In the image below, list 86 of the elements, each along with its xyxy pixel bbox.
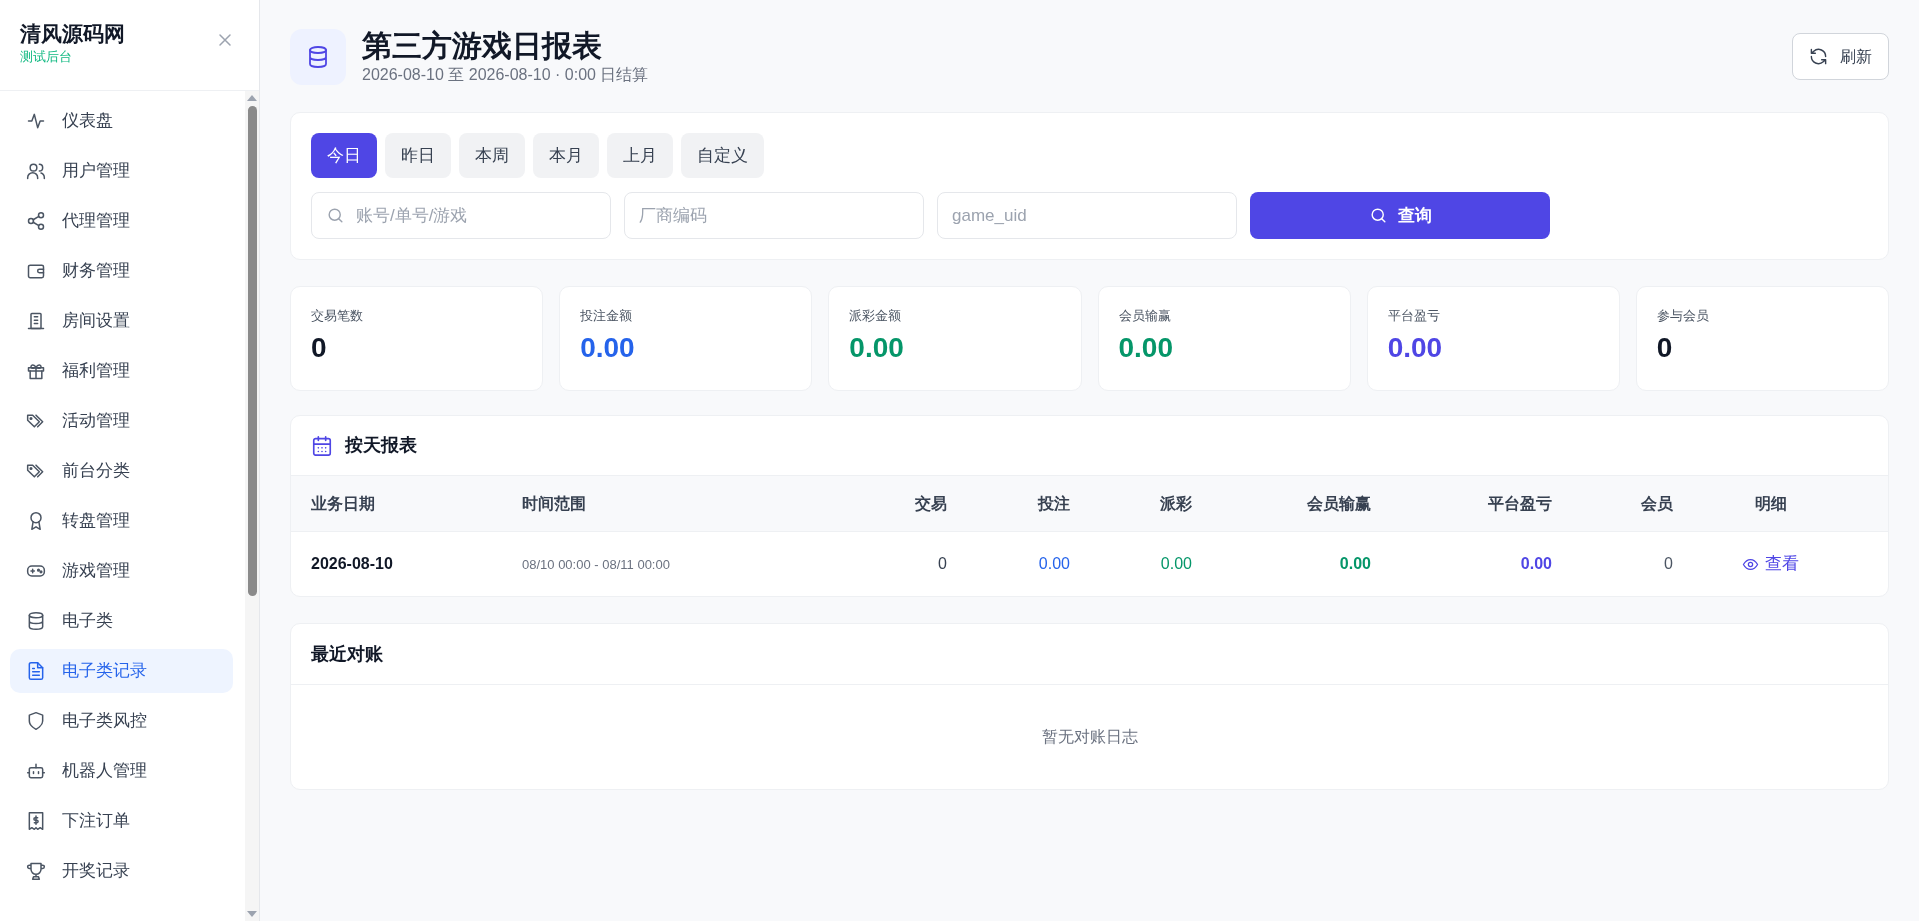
stat-label: 派彩金额 <box>849 307 903 325</box>
scroll-down-arrow-icon[interactable] <box>247 911 257 917</box>
stat-label: 平台盈亏 <box>1387 307 1441 325</box>
building-icon <box>26 311 46 331</box>
table-cell: 2026-08-10 <box>311 555 393 572</box>
receipt-icon <box>26 811 46 831</box>
stat-value: 0.00 <box>1387 331 1444 365</box>
wallet-icon <box>26 261 46 281</box>
tag-icon <box>26 411 46 431</box>
game-uid-field[interactable]: game_uid <box>937 192 1237 239</box>
vendor-field[interactable]: 厂商编码 <box>624 192 924 239</box>
table-cell: 0 <box>1664 555 1673 572</box>
column-header: 会员 <box>1641 494 1673 512</box>
tag-icon <box>26 461 46 481</box>
sidebar-item[interactable]: 用户管理 <box>10 149 233 193</box>
table-cell: 0.00 <box>1160 555 1192 572</box>
section-title: 最近对账 <box>311 642 383 666</box>
brand-subtitle: 测试后台 <box>20 48 73 66</box>
period-tab[interactable]: 昨日 <box>385 133 451 178</box>
section-title: 按天报表 <box>345 434 417 457</box>
stat-label: 交易笔数 <box>311 307 364 325</box>
column-header: 派彩 <box>1160 494 1192 512</box>
sidebar-item[interactable]: 电子类记录 <box>10 649 233 693</box>
trophy-icon <box>26 861 46 881</box>
period-tab[interactable]: 今日 <box>311 133 377 178</box>
sidebar-item[interactable]: 机器人管理 <box>10 749 233 793</box>
sidebar-item[interactable]: 财务管理 <box>10 249 233 293</box>
shield-icon <box>26 711 46 731</box>
refresh-button[interactable]: 刷新 <box>1792 33 1889 80</box>
sidebar-item[interactable]: 电子类风控 <box>10 699 233 743</box>
users-icon <box>26 161 46 181</box>
sidebar-item[interactable]: 仪表盘 <box>10 99 233 143</box>
pulse-icon <box>26 111 46 131</box>
gift-icon <box>26 361 46 381</box>
page-subtitle: 2026-08-10 至 2026-08-10 · 0:00 日结算 <box>362 65 649 85</box>
sidebar-item[interactable]: 活动管理 <box>10 399 233 443</box>
sidebar-item[interactable]: 开奖记录 <box>10 849 233 893</box>
stat-value: 0 <box>1656 331 1674 365</box>
column-header: 平台盈亏 <box>1488 494 1552 512</box>
table-cell: 0.00 <box>1339 555 1371 572</box>
sidebar-item[interactable]: 福利管理 <box>10 349 233 393</box>
table-cell: 0 <box>938 555 947 572</box>
column-header: 投注 <box>1038 494 1070 512</box>
search-icon <box>326 206 345 225</box>
period-tab[interactable]: 自定义 <box>681 133 764 178</box>
stat-label: 投注金额 <box>580 307 634 325</box>
period-tab[interactable]: 上月 <box>607 133 673 178</box>
scroll-up-arrow-icon[interactable] <box>247 95 257 101</box>
sidebar-item[interactable]: 代理管理 <box>10 199 233 243</box>
table-cell: 08/10 00:00 - 08/11 00:00 <box>522 557 670 572</box>
period-tab[interactable]: 本周 <box>459 133 525 178</box>
sidebar-item[interactable]: 前台分类 <box>10 449 233 493</box>
sidebar-item[interactable]: 电子类 <box>10 599 233 643</box>
sidebar-item[interactable]: 转盘管理 <box>10 499 233 543</box>
brand-name: 清风源码网 <box>20 21 125 47</box>
sidebar-item[interactable]: 房间设置 <box>10 299 233 343</box>
period-tab[interactable]: 本月 <box>533 133 599 178</box>
stat-value: 0.00 <box>1118 331 1174 365</box>
table-cell: 0.00 <box>1520 555 1552 572</box>
calendar-icon <box>311 434 333 457</box>
document-icon <box>26 661 46 681</box>
column-header: 交易 <box>915 494 947 512</box>
database-icon <box>26 611 46 631</box>
view-link[interactable]: 查看 <box>1742 551 1799 577</box>
column-header: 明细 <box>1754 494 1787 512</box>
column-header: 业务日期 <box>311 494 375 512</box>
stat-label: 参与会员 <box>1656 307 1710 325</box>
sidebar-item[interactable]: 游戏管理 <box>10 549 233 593</box>
stat-label: 会员输赢 <box>1118 307 1172 325</box>
search-icon <box>1368 206 1388 225</box>
refresh-icon <box>1809 47 1828 66</box>
column-header: 会员输赢 <box>1307 494 1371 512</box>
stat-value: 0.00 <box>849 331 905 365</box>
column-header: 时间范围 <box>522 494 586 512</box>
scrollbar[interactable] <box>245 91 259 921</box>
robot-icon <box>26 761 46 781</box>
sidebar-item[interactable]: 下注订单 <box>10 799 233 843</box>
page-title: 第三方游戏日报表 <box>362 28 603 64</box>
stat-value: 0.00 <box>580 331 636 365</box>
query-button[interactable]: 查询 <box>1250 192 1550 239</box>
search-field[interactable]: 账号/单号/游戏 <box>311 192 611 239</box>
table-cell: 0.00 <box>1038 555 1070 572</box>
stat-value: 0 <box>311 331 328 365</box>
empty-message: 暂无对账日志 <box>1041 727 1138 747</box>
share-icon <box>26 211 46 231</box>
database-icon <box>306 45 330 69</box>
